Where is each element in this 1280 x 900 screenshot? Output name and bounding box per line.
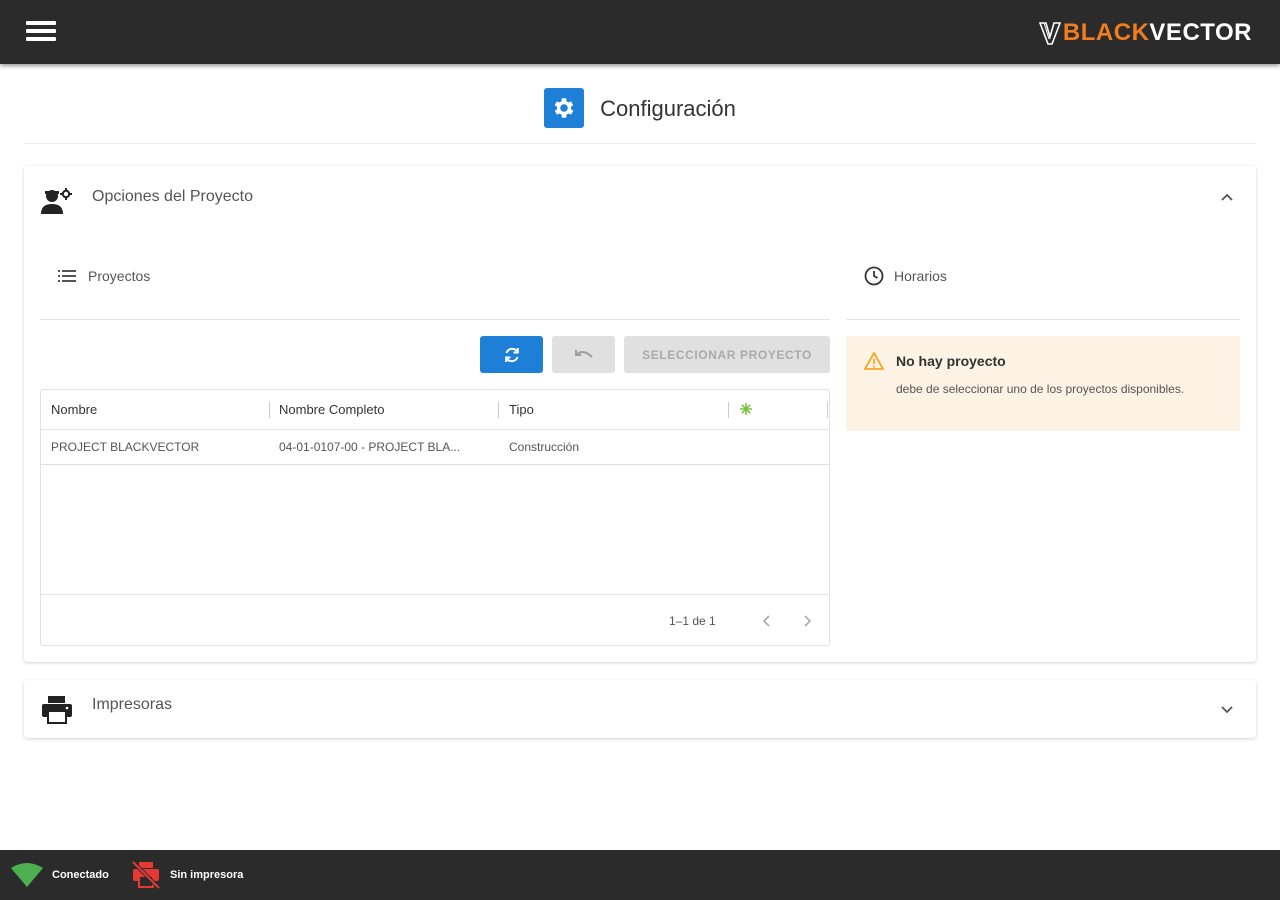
- page-title: Configuración: [600, 96, 736, 121]
- printers-panel: Impresoras: [24, 680, 1256, 738]
- column-header-nombre-completo[interactable]: Nombre Completo: [279, 402, 385, 417]
- wifi-icon: [11, 863, 43, 887]
- undo-button[interactable]: [552, 336, 615, 373]
- printer-status: Sin impresora: [130, 850, 243, 900]
- cell-nombre: PROJECT BLACKVECTOR: [51, 440, 200, 454]
- projects-table: Nombre Nombre Completo Tipo PROJECT BLAC…: [40, 389, 830, 646]
- table-header: Nombre Nombre Completo Tipo: [41, 390, 829, 430]
- chevron-up-icon[interactable]: [1220, 190, 1234, 204]
- top-app-bar: BLACK VECTOR: [0, 0, 1280, 64]
- connection-label: Conectado: [52, 869, 109, 881]
- warning-icon: [864, 352, 884, 370]
- asterisk-icon[interactable]: [739, 402, 753, 416]
- undo-icon: [574, 349, 593, 358]
- brand-logo: BLACK VECTOR: [1038, 18, 1252, 48]
- logo-text-black: BLACK: [1062, 19, 1150, 46]
- printers-header[interactable]: Impresoras: [24, 680, 1256, 738]
- column-separator: [728, 402, 729, 418]
- column-separator: [827, 402, 828, 418]
- printer-off-icon: [131, 860, 161, 890]
- table-footer: 1–1 de 1: [41, 594, 829, 646]
- project-options-panel: Opciones del Proyecto Proyectos Horarios: [24, 166, 1256, 662]
- column-header-nombre[interactable]: Nombre: [51, 402, 97, 417]
- logo-mark-icon: [1038, 22, 1061, 45]
- project-options-header[interactable]: Opciones del Proyecto: [24, 166, 1256, 226]
- printer-icon: [42, 696, 72, 724]
- schedules-section-label: Horarios: [894, 268, 947, 284]
- page-header: Configuración: [24, 86, 1256, 144]
- alert-message: debe de seleccionar uno de los proyectos…: [896, 382, 1185, 396]
- list-icon: [58, 270, 76, 282]
- select-project-button[interactable]: SELECCIONAR PROYECTO: [624, 336, 830, 373]
- column-header-tipo[interactable]: Tipo: [509, 402, 534, 417]
- status-bar: Conectado Sin impresora: [0, 850, 1280, 900]
- printer-status-label: Sin impresora: [170, 869, 244, 881]
- clock-icon: [864, 266, 884, 286]
- column-separator: [269, 402, 270, 418]
- chevron-left-icon[interactable]: [757, 611, 777, 631]
- chevron-down-icon[interactable]: [1220, 702, 1234, 716]
- no-project-alert: No hay proyecto debe de seleccionar uno …: [846, 336, 1240, 431]
- refresh-button[interactable]: [480, 336, 543, 373]
- cell-tipo: Construcción: [509, 440, 580, 454]
- alert-title: No hay proyecto: [896, 353, 1006, 369]
- column-separator: [498, 402, 499, 418]
- menu-icon[interactable]: [26, 21, 58, 45]
- chevron-right-icon[interactable]: [797, 611, 817, 631]
- user-settings-icon: [41, 188, 72, 214]
- printers-title: Impresoras: [92, 696, 173, 713]
- table-row[interactable]: PROJECT BLACKVECTOR 04-01-0107-00 - PROJ…: [41, 430, 829, 465]
- projects-section-label: Proyectos: [88, 268, 151, 284]
- connection-status: Conectado: [10, 850, 109, 900]
- pagination-text: 1–1 de 1: [669, 614, 716, 628]
- project-options-title: Opciones del Proyecto: [92, 188, 253, 205]
- projects-section-header: Proyectos: [40, 260, 830, 320]
- refresh-icon: [504, 347, 519, 362]
- cell-nombre-completo: 04-01-0107-00 - PROJECT BLA...: [279, 440, 461, 454]
- logo-text-vector: VECTOR: [1149, 19, 1252, 46]
- gear-icon: [544, 88, 585, 128]
- schedules-section-header: Horarios: [846, 260, 1240, 320]
